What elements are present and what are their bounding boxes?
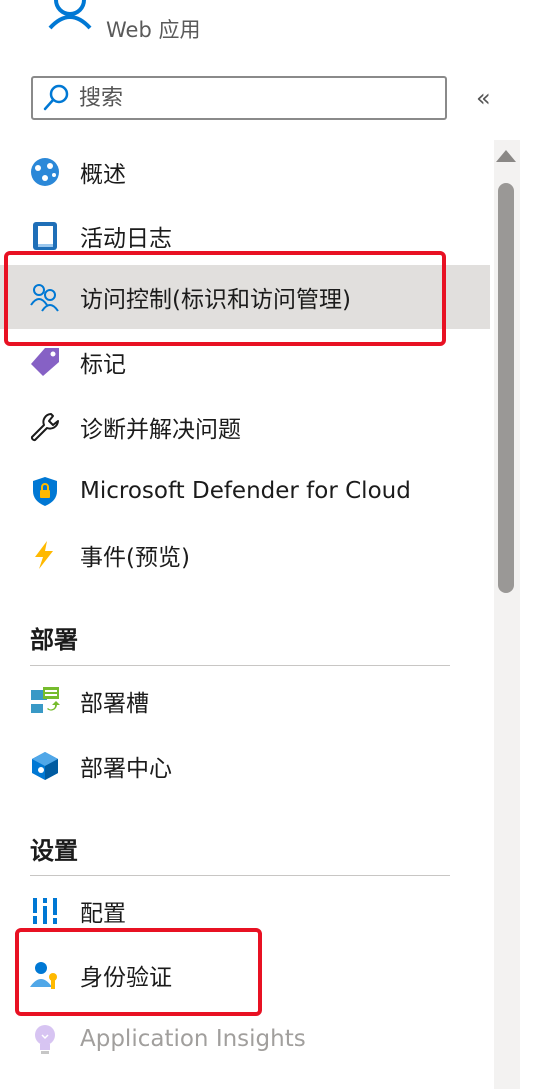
menu-item-label: 标记 [80,352,126,378]
section-title-deployment: 部署 [30,626,78,654]
search-icon [43,84,69,111]
collapse-menu-button[interactable]: « [476,86,491,110]
menu-item-label: 配置 [80,901,126,927]
scrollbar-thumb[interactable] [498,183,514,593]
menu-item-label: 活动日志 [80,226,172,252]
menu-item-label: 事件(预览) [80,545,190,571]
wrench-icon [30,413,59,442]
menu-item-label: Application Insights [80,1026,306,1052]
search-input[interactable] [77,84,421,112]
deployment-slots-icon [31,687,60,713]
menu-item-deployment-slots[interactable]: 部署槽 [0,669,490,733]
menu-item-label: 诊断并解决问题 [80,417,241,443]
menu-item-label: 概述 [80,162,126,188]
section-title-settings: 设置 [30,837,78,865]
menu-item-diagnose[interactable]: 诊断并解决问题 [0,395,490,459]
shield-icon [33,477,57,506]
section-divider [30,665,450,666]
app-subtitle: Web 应用 [106,18,201,42]
app-header: Web 应用 [0,0,539,60]
book-icon [33,222,57,250]
menu-item-deployment-center[interactable]: 部署中心 [0,734,490,798]
menu-item-label: 部署中心 [80,756,172,782]
lightning-icon [35,541,53,569]
menu-item-label: Microsoft Defender for Cloud [80,478,411,504]
scroll-up-arrow-icon[interactable] [496,150,516,162]
cube-icon [32,752,58,780]
highlight-box-access-control [4,251,446,346]
globe-icon [31,158,59,186]
menu-item-defender[interactable]: Microsoft Defender for Cloud [0,459,490,523]
lightbulb-icon [35,1025,55,1054]
menu-item-label: 部署槽 [80,691,149,717]
sliders-icon [32,898,58,924]
menu-item-application-insights[interactable]: Application Insights [0,1007,490,1071]
section-divider [30,875,450,876]
highlight-box-authentication [15,928,262,1016]
tag-icon [31,348,59,376]
menu-item-overview[interactable]: 概述 [0,140,490,204]
user-icon [48,0,92,30]
search-box[interactable] [31,76,447,120]
menu-item-events[interactable]: 事件(预览) [0,523,490,587]
